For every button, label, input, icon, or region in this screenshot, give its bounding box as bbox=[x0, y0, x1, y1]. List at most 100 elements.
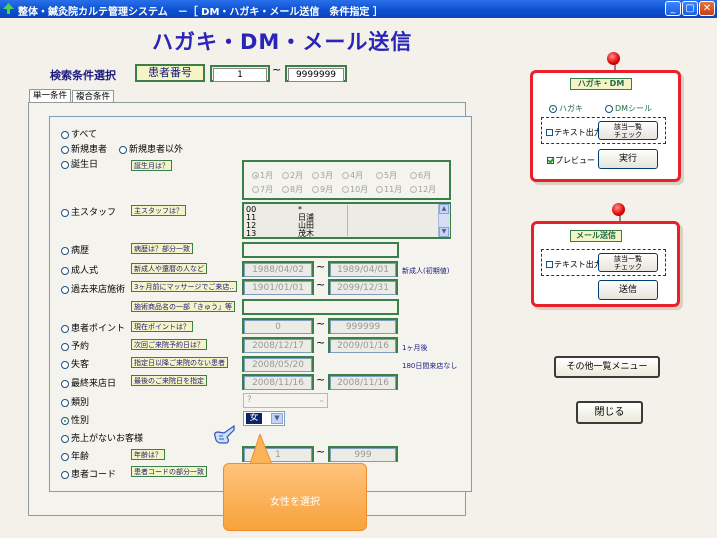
radio-last-visit[interactable]: 最終来店日 bbox=[61, 376, 116, 389]
lost-customer-date[interactable]: 2008/05/20 bbox=[242, 356, 314, 372]
last-visit-from[interactable]: 2008/11/16 bbox=[242, 374, 314, 390]
month-row-1: 1月 2月 3月 4月 5月 6月 bbox=[252, 170, 440, 181]
points-sep: ~ bbox=[316, 317, 326, 330]
radio-lost-label: 失客 bbox=[71, 360, 90, 370]
radio-reservation[interactable]: 予約 bbox=[61, 339, 89, 352]
category-value: ? bbox=[247, 395, 252, 405]
mail-send-button[interactable]: 送信 bbox=[598, 280, 658, 300]
month-option[interactable]: 12月 bbox=[410, 184, 440, 195]
past-treatment-sep: ~ bbox=[316, 278, 326, 291]
reservation-from[interactable]: 2008/12/17 bbox=[242, 337, 314, 353]
scroll-down-icon[interactable]: ▼ bbox=[439, 227, 449, 237]
radio-patient-code[interactable]: 患者コード bbox=[61, 467, 116, 480]
radio-history[interactable]: 病歴 bbox=[61, 243, 89, 256]
dm-run-button[interactable]: 実行 bbox=[598, 149, 658, 169]
radio-past-treatment[interactable]: 過去来店施術 bbox=[61, 282, 125, 295]
staff-list[interactable]: 00 * 11 日浦 12 山田 13 茂木 ▲ ▼ bbox=[242, 202, 451, 239]
patient-number-label: 患者番号 bbox=[135, 64, 205, 82]
maximize-button[interactable]: ▢ bbox=[682, 1, 698, 16]
past-treatment-from[interactable]: 1901/01/01 bbox=[242, 279, 314, 295]
last-visit-to[interactable]: 2008/11/16 bbox=[328, 374, 398, 390]
mail-text-output-checkbox[interactable]: テキスト出力 bbox=[546, 259, 602, 270]
radio-no-sales[interactable]: 売上がないお客様 bbox=[61, 431, 143, 444]
month-option[interactable]: 5月 bbox=[376, 170, 410, 181]
month-option[interactable]: 6月 bbox=[410, 170, 440, 181]
month-option[interactable]: 2月 bbox=[282, 170, 312, 181]
dm-applicable-line1: 該当一覧 bbox=[614, 123, 642, 131]
dm-applicable-line2: チェック bbox=[614, 131, 642, 139]
month-option[interactable]: 1月 bbox=[252, 170, 282, 181]
radio-new-patient-label: 新規患者 bbox=[71, 145, 108, 155]
patient-range-from[interactable]: 1 bbox=[210, 65, 270, 82]
coming-of-age-from[interactable]: 1988/04/02 bbox=[242, 261, 314, 277]
radio-dm-seal[interactable]: DMシール bbox=[605, 103, 652, 114]
radio-postcard-label: ハガキ bbox=[559, 104, 583, 113]
month-option[interactable]: 9月 bbox=[312, 184, 342, 195]
radio-points[interactable]: 患者ポイント bbox=[61, 321, 125, 334]
radio-last-visit-label: 最終来店日 bbox=[71, 379, 117, 389]
mail-text-output-label: テキスト出力 bbox=[554, 260, 602, 269]
month-option[interactable]: 4月 bbox=[342, 170, 376, 181]
radio-new-patient[interactable]: 新規患者 bbox=[61, 142, 107, 155]
maximize-icon: ▢ bbox=[685, 3, 695, 14]
age-sep: ~ bbox=[316, 445, 326, 458]
radio-birthday[interactable]: 誕生日 bbox=[61, 157, 98, 170]
staff-row[interactable]: 13 茂木 bbox=[246, 229, 314, 238]
dm-text-output-checkbox[interactable]: テキスト出力 bbox=[546, 127, 602, 138]
past-treatment-to[interactable]: 2099/12/31 bbox=[328, 279, 398, 295]
radio-age[interactable]: 年齢 bbox=[61, 449, 89, 462]
reservation-to[interactable]: 2009/01/16 bbox=[328, 337, 398, 353]
lost-customer-note: 180日間来店なし bbox=[402, 362, 458, 370]
reservation-sep: ~ bbox=[316, 336, 326, 349]
dm-applicable-list-button[interactable]: 該当一覧 チェック bbox=[598, 121, 658, 140]
month-option[interactable]: 3月 bbox=[312, 170, 342, 181]
points-from[interactable]: 0 bbox=[242, 318, 314, 334]
month-option[interactable]: 8月 bbox=[282, 184, 312, 195]
month-option[interactable]: 11月 bbox=[376, 184, 410, 195]
radio-lost-customer[interactable]: 失客 bbox=[61, 357, 89, 370]
close-window-button[interactable]: ✕ bbox=[699, 1, 715, 16]
close-icon: ✕ bbox=[702, 3, 712, 14]
other-list-menu-button[interactable]: その他一覧メニュー bbox=[554, 356, 660, 378]
gender-select[interactable]: 女 ▼ bbox=[243, 411, 285, 426]
radio-postcard[interactable]: ハガキ bbox=[549, 103, 583, 114]
app-tree-icon bbox=[3, 3, 14, 14]
month-option[interactable]: 7月 bbox=[252, 184, 282, 195]
radio-all[interactable]: すべて bbox=[61, 127, 97, 140]
patient-range-to[interactable]: 9999999 bbox=[285, 65, 347, 82]
reservation-tag: 次回ご来院予約日は？ bbox=[131, 339, 207, 350]
dm-preview-checkbox[interactable]: プレビュー bbox=[547, 155, 595, 166]
coming-of-age-sep: ~ bbox=[316, 260, 326, 273]
product-name-tag: 施術商品名の一部「きゅう」等 bbox=[131, 301, 235, 312]
lost-customer-tag: 指定日以降ご来院のない患者 bbox=[131, 357, 228, 368]
radio-gender[interactable]: 性別 bbox=[61, 413, 89, 426]
history-input[interactable] bbox=[242, 242, 399, 258]
radio-category-label: 類別 bbox=[71, 398, 90, 408]
radio-age-label: 年齢 bbox=[71, 452, 90, 462]
radio-category[interactable]: 類別 bbox=[61, 395, 89, 408]
radio-main-staff[interactable]: 主スタッフ bbox=[61, 205, 116, 218]
dm-card-title: ハガキ・DM bbox=[570, 78, 632, 90]
staff-scrollbar[interactable]: ▲ ▼ bbox=[438, 204, 450, 237]
scroll-up-icon[interactable]: ▲ bbox=[439, 204, 449, 214]
radio-patient-code-label: 患者コード bbox=[71, 470, 117, 480]
age-to[interactable]: 999 bbox=[328, 446, 398, 462]
coming-of-age-to[interactable]: 1989/04/01 bbox=[328, 261, 398, 277]
category-select[interactable]: ? ⌄ bbox=[243, 393, 328, 408]
chevron-down-icon[interactable]: ▼ bbox=[271, 413, 283, 424]
past-treatment-tag: 3ヶ月前にマッサージでご来店‥ bbox=[131, 281, 237, 292]
radio-gender-label: 性別 bbox=[71, 416, 90, 426]
product-name-input[interactable] bbox=[242, 299, 399, 315]
minimize-button[interactable]: _ bbox=[665, 1, 681, 16]
points-to[interactable]: 999999 bbox=[328, 318, 398, 334]
radio-all-label: すべて bbox=[71, 130, 98, 140]
minimize-icon: _ bbox=[670, 3, 676, 14]
birthday-tag: 誕生月は？ bbox=[131, 160, 172, 171]
radio-coming-of-age[interactable]: 成人式 bbox=[61, 263, 98, 276]
window-title: 整体・鍼灸院カルテ管理システム －［ DM・ハガキ・メール送信 条件指定 ］ bbox=[18, 7, 383, 18]
close-button[interactable]: 閉じる bbox=[576, 401, 643, 424]
mail-applicable-list-button[interactable]: 該当一覧 チェック bbox=[598, 253, 658, 272]
month-option[interactable]: 10月 bbox=[342, 184, 376, 195]
chevron-down-icon: ⌄ bbox=[318, 395, 325, 404]
radio-not-new-patient[interactable]: 新規患者以外 bbox=[119, 142, 183, 155]
